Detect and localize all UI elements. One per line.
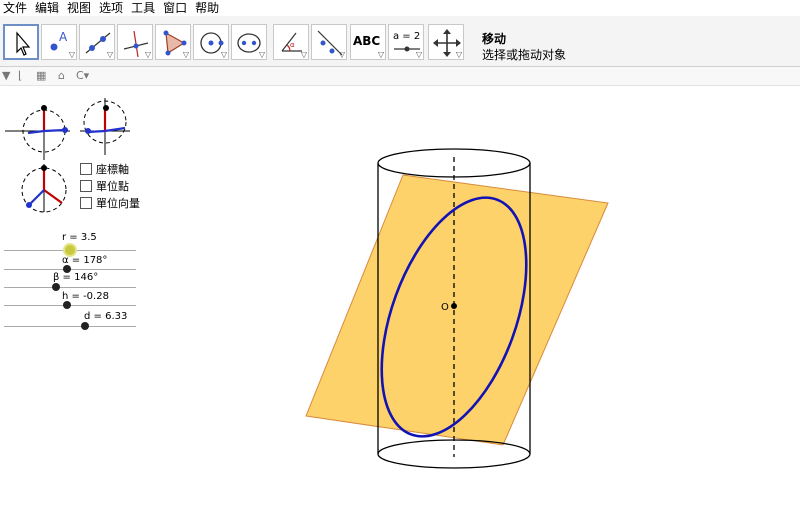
arrow-cursor-icon <box>16 31 31 56</box>
angle-diagram-3 <box>21 164 67 213</box>
point-tool-button[interactable]: A ▽ <box>41 24 77 60</box>
dropdown-triangle-icon: ▽ <box>258 50 265 59</box>
axes-toggle-icon[interactable]: ⌊ <box>18 69 22 82</box>
checkbox-label: 座標軸 <box>96 163 129 176</box>
dropdown-triangle-icon: ▽ <box>106 50 113 59</box>
checkbox-box[interactable] <box>80 180 92 192</box>
svg-text:α: α <box>290 41 295 49</box>
dropdown-triangle-icon: ▽ <box>182 50 189 59</box>
menu-window[interactable]: 窗口 <box>160 0 192 16</box>
slider-h-knob[interactable] <box>63 301 71 309</box>
home-icon[interactable]: ⌂ <box>58 69 65 82</box>
slider-d-track[interactable] <box>4 326 136 327</box>
move-tool-button[interactable] <box>3 24 39 60</box>
dropdown-triangle-icon: ▽ <box>300 50 307 59</box>
origin-label: O <box>441 302 449 313</box>
menu-options[interactable]: 选项 <box>96 0 128 16</box>
dropdown-triangle-icon: ▽ <box>68 50 75 59</box>
menu-view[interactable]: 视图 <box>64 0 96 16</box>
view-direction-icon[interactable]: C▾ <box>76 69 89 82</box>
checkbox-unit-vectors[interactable]: 單位向量 <box>80 195 140 211</box>
slider-h-label: h = -0.28 <box>62 291 109 302</box>
angle-tool-button[interactable]: α ▽ <box>273 24 309 60</box>
checkbox-box[interactable] <box>80 197 92 209</box>
tool-title: 移动 <box>482 32 507 46</box>
slider-alpha-label: α = 178° <box>62 255 108 266</box>
grid-toggle-icon[interactable]: ▦ <box>36 69 46 82</box>
perpendicular-tool-button[interactable]: ▽ <box>117 24 153 60</box>
origin-point[interactable] <box>451 303 457 309</box>
line-tool-button[interactable]: ▽ <box>79 24 115 60</box>
reflect-tool-button[interactable]: ▽ <box>311 24 347 60</box>
checkbox-unit-points[interactable]: 單位點 <box>80 178 129 194</box>
menu-edit[interactable]: 编辑 <box>32 0 64 16</box>
dropdown-triangle-icon: ▽ <box>415 50 422 59</box>
tool-help: 选择或拖动对象 <box>482 48 567 62</box>
angle-diagram-1 <box>5 105 70 160</box>
angle-diagram-2 <box>80 98 130 155</box>
dropdown-triangle-icon: ▽ <box>455 50 462 59</box>
checkbox-axes[interactable]: 座標軸 <box>80 161 129 177</box>
checkbox-label: 單位點 <box>96 180 129 193</box>
menu-help[interactable]: 帮助 <box>192 0 224 16</box>
slider-tool-button[interactable]: a = 2 ▽ <box>388 24 424 60</box>
slider-r-label: r = 3.5 <box>62 232 97 243</box>
text-tool-label: ABC <box>353 34 381 48</box>
circle-tool-button[interactable]: ▽ <box>193 24 229 60</box>
menu-bar: 文件 编辑 视图 选项 工具 窗口 帮助 <box>0 0 800 16</box>
dropdown-triangle-icon: ▽ <box>338 50 345 59</box>
svg-text:A: A <box>59 30 68 44</box>
checkbox-box[interactable] <box>80 163 92 175</box>
slider-beta-track[interactable] <box>4 287 136 288</box>
checkbox-label: 單位向量 <box>96 197 140 210</box>
slider-beta-label: β = 146° <box>53 272 99 283</box>
dropdown-triangle-icon: ▽ <box>377 50 384 59</box>
move-view-tool-button[interactable]: ▽ <box>428 24 464 60</box>
dropdown-triangle-icon: ▽ <box>144 50 151 59</box>
slider-beta-knob[interactable] <box>52 283 60 291</box>
section-plane[interactable] <box>305 174 609 446</box>
text-tool-button[interactable]: ABC ▽ <box>350 24 386 60</box>
dropdown-triangle-icon: ▽ <box>220 50 227 59</box>
graphics-view[interactable]: O <box>0 86 800 508</box>
menu-file[interactable]: 文件 <box>0 0 32 16</box>
ellipse-tool-button[interactable]: ▽ <box>231 24 267 60</box>
toolbar: A ▽ ▽ ▽ ▽ ▽ ▽ α ▽ ▽ ABC ▽ a = 2 ▽ ▽ 移动 选… <box>0 16 800 67</box>
polygon-tool-button[interactable]: ▽ <box>155 24 191 60</box>
collapse-triangle-icon[interactable]: ▼ <box>2 69 10 82</box>
slider-d-label: d = 6.33 <box>84 311 128 322</box>
slider-d-knob[interactable] <box>81 322 89 330</box>
menu-tools[interactable]: 工具 <box>128 0 160 16</box>
style-bar: ▼ ⌊ ▦ ⌂ C▾ <box>0 67 800 86</box>
